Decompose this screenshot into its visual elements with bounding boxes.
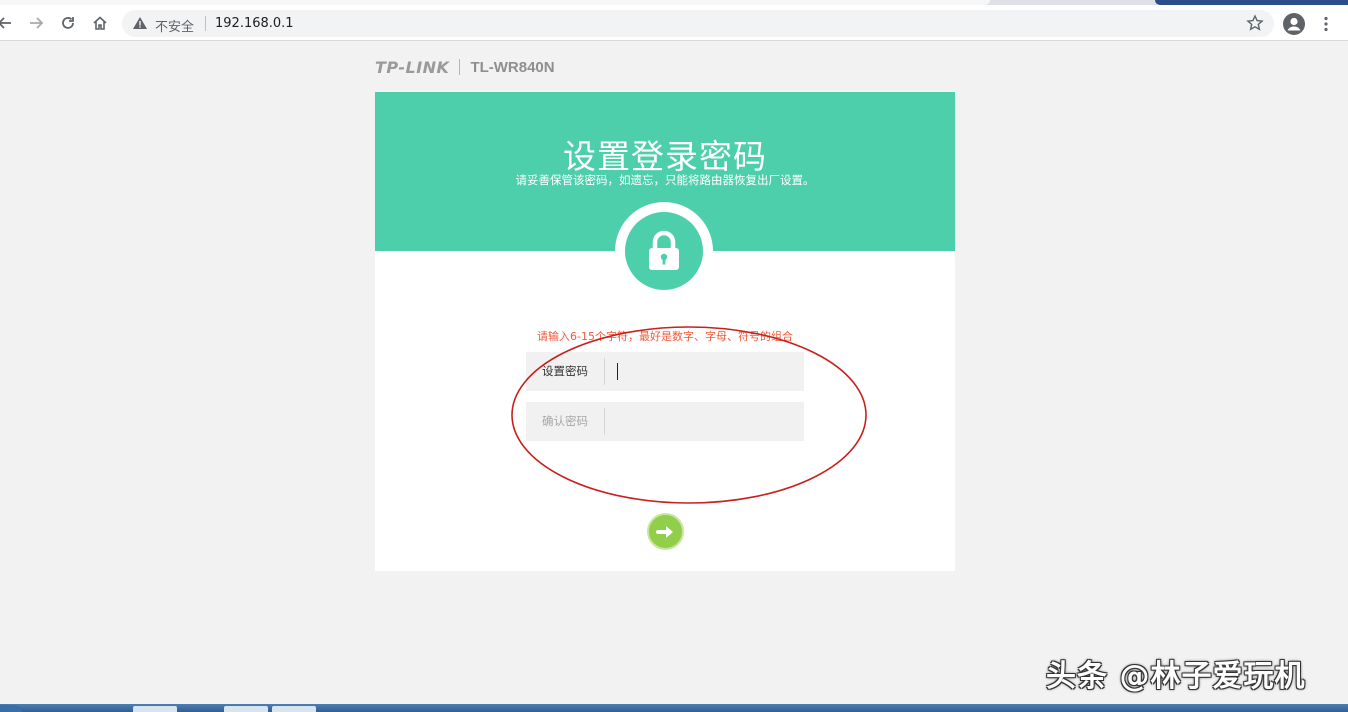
field-divider xyxy=(604,408,605,435)
taskbar-item[interactable] xyxy=(272,706,316,712)
warning-triangle-icon[interactable] xyxy=(132,15,148,31)
security-status[interactable]: 不安全 xyxy=(155,16,194,35)
model-name: TL-WR840N xyxy=(470,58,555,76)
address-divider xyxy=(205,16,206,31)
set-password-field: 设置密码 xyxy=(526,352,804,391)
confirm-password-label: 确认密码 xyxy=(542,414,588,428)
browser-toolbar: 不安全 192.168.0.1 xyxy=(0,5,1348,41)
text-cursor xyxy=(617,363,618,380)
set-password-input[interactable] xyxy=(606,352,802,391)
confirm-password-field: 确认密码 xyxy=(526,402,804,441)
set-password-label: 设置密码 xyxy=(542,364,588,378)
field-divider xyxy=(604,358,605,385)
taskbar-item[interactable] xyxy=(224,706,268,712)
lock-icon xyxy=(649,230,679,270)
confirm-password-input[interactable] xyxy=(606,402,802,441)
kebab-menu-icon[interactable] xyxy=(1318,12,1334,36)
page-subtitle: 请妥善保管该密码，如遗忘，只能将路由器恢复出厂设置。 xyxy=(515,173,815,187)
brand-divider xyxy=(459,59,461,75)
taskbar-item[interactable] xyxy=(133,706,177,712)
home-icon[interactable] xyxy=(87,10,113,36)
address-bar[interactable]: 不安全 192.168.0.1 xyxy=(122,10,1274,37)
page-title: 设置登录密码 xyxy=(563,137,767,176)
lock-badge xyxy=(625,212,703,290)
watermark-text: 头条 @林子爱玩机 xyxy=(1046,659,1306,694)
url-text[interactable]: 192.168.0.1 xyxy=(215,16,294,31)
tp-link-logo: TP-LINK xyxy=(375,57,450,77)
password-setup-card: 设置登录密码 请妥善保管该密码，如遗忘，只能将路由器恢复出厂设置。 请输入6-1… xyxy=(375,92,955,571)
os-taskbar xyxy=(0,704,1348,712)
arrow-right-icon xyxy=(655,525,673,538)
next-button[interactable] xyxy=(647,513,684,550)
password-hint: 请输入6-15个字符，最好是数字、字母、符号的组合 xyxy=(537,330,793,343)
brand-header: TP-LINK TL-WR840N xyxy=(375,57,555,77)
back-arrow-icon[interactable] xyxy=(0,10,18,36)
start-button[interactable] xyxy=(0,705,22,712)
reload-icon[interactable] xyxy=(55,10,81,36)
star-icon[interactable] xyxy=(1246,14,1264,32)
forward-arrow-icon[interactable] xyxy=(23,10,49,36)
account-icon[interactable] xyxy=(1282,12,1306,36)
